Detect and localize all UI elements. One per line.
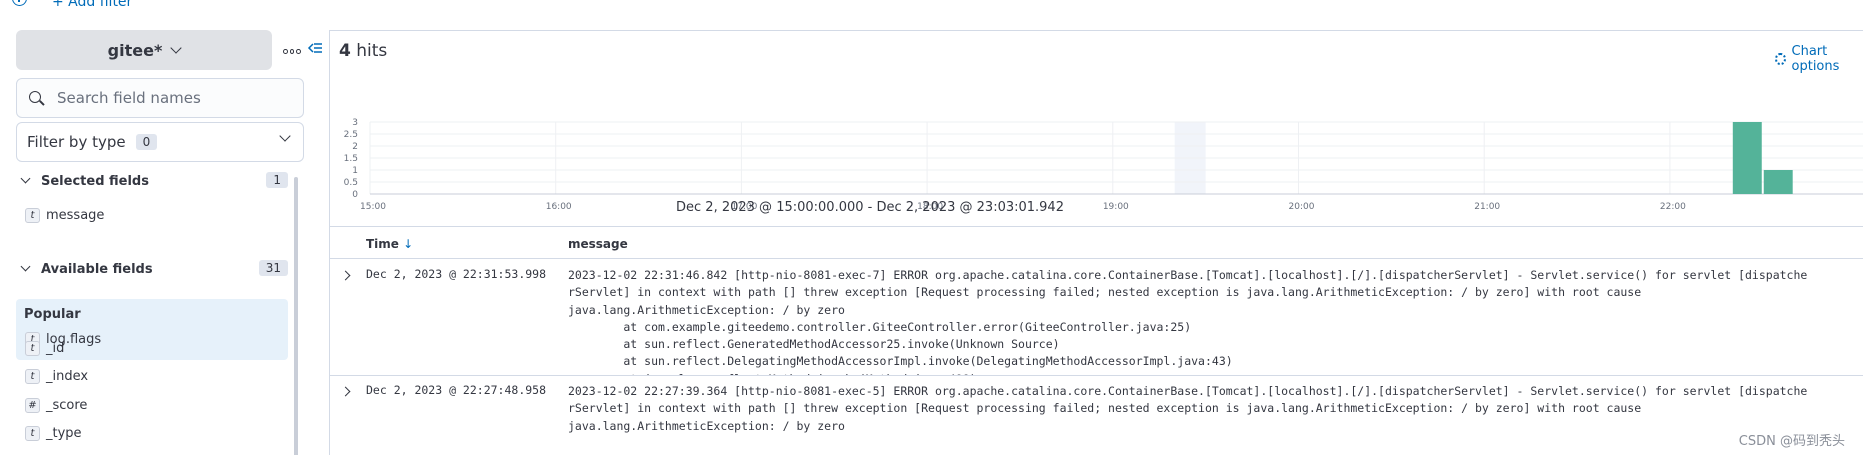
histogram-chart[interactable]: 00.511.522.5315:00 16:00 17:00 18:00 19:00 20… (330, 81, 1863, 216)
histogram-bar[interactable] (1732, 122, 1762, 194)
y-tick-label: 0.5 (344, 178, 358, 188)
chevron-down-icon (20, 173, 31, 184)
selected-fields-label: Selected fields (41, 173, 149, 189)
gear-icon (1775, 53, 1786, 65)
sort-down-icon[interactable]: ↓ (403, 237, 413, 251)
hits-number: 4 (339, 41, 351, 61)
time-range-text: Dec 2, 2023 @ 15:00:00.000 - Dec 2, 2023… (676, 200, 1064, 215)
y-tick-label: 0 (352, 190, 358, 200)
field-item-id[interactable]: t _id (25, 338, 64, 358)
field-item-type[interactable]: t _type (25, 423, 82, 443)
chevron-right-icon[interactable] (340, 270, 351, 281)
field-name: message (46, 207, 105, 223)
main-panel: 4 hits Chart options 0 0.5 1 1.5 2 2.5 3 15:00 1… (329, 30, 1863, 455)
add-filter-link[interactable]: + Add filter (52, 0, 132, 10)
y-tick-label: 2.5 (344, 130, 358, 140)
chart-options-label: Chart options (1791, 44, 1840, 74)
chart-options-button[interactable]: Chart options (1775, 44, 1863, 74)
hits-count: 4 hits (339, 41, 387, 61)
string-type-icon: t (25, 425, 40, 441)
available-fields-count: 31 (258, 260, 288, 276)
table-row: Dec 2, 2023 @ 22:27:48.958 2023-12-02 22… (330, 375, 1863, 455)
chevron-right-icon[interactable] (340, 386, 351, 397)
table-row: Dec 2, 2023 @ 22:31:53.998 2023-12-02 22… (330, 259, 1863, 376)
y-tick-label: 1 (352, 166, 358, 176)
watermark-text: CSDN @码到秃头 (1738, 434, 1845, 449)
search-icon (29, 91, 43, 105)
field-name: _score (46, 397, 88, 413)
filter-count-badge: 0 (135, 134, 158, 150)
time-column-label: Time (366, 237, 399, 251)
more-options-icon[interactable] (283, 49, 302, 55)
y-tick-label: 2 (352, 142, 358, 152)
selected-fields-header[interactable]: Selected fields 1 (18, 170, 288, 192)
discover-app: + Add filter gitee* Filter by type 0 Sel… (0, 0, 1863, 455)
time-range-label: Dec 2, 2023 @ 15:00:00.000 - Dec 2, 2023… (330, 200, 1863, 215)
documents-table-header: Time ↓ message (330, 226, 1863, 259)
string-type-icon: t (25, 368, 40, 384)
available-fields-label: Available fields (41, 261, 153, 277)
add-circle-icon[interactable] (12, 0, 27, 6)
filter-by-type-label: Filter by type (27, 133, 126, 151)
collapse-sidebar-icon[interactable] (307, 40, 323, 56)
available-fields-header[interactable]: Available fields 31 (18, 258, 288, 280)
filter-by-type-dropdown[interactable]: Filter by type 0 (16, 122, 304, 162)
cell-time: Dec 2, 2023 @ 22:31:53.998 (366, 267, 547, 281)
index-pattern-label: gitee* (107, 40, 163, 60)
number-type-icon: # (25, 397, 40, 413)
field-name: _type (46, 425, 82, 441)
field-name: _index (46, 368, 89, 384)
column-header-message[interactable]: message (568, 237, 628, 251)
field-name: _id (46, 340, 65, 356)
chevron-down-icon (279, 130, 291, 142)
index-pattern-selector[interactable]: gitee* (16, 30, 272, 70)
search-field-names-input[interactable] (57, 89, 277, 107)
y-tick-label: 3 (352, 118, 358, 128)
sidebar: gitee* Filter by type 0 Selected fields … (0, 22, 322, 455)
field-item-index[interactable]: t _index (25, 366, 88, 386)
sidebar-scrollbar[interactable] (294, 177, 298, 455)
field-item-message[interactable]: t message (25, 205, 104, 225)
string-type-icon: t (25, 340, 40, 356)
field-search[interactable] (16, 78, 304, 118)
filter-bar: + Add filter (0, 0, 1863, 22)
popular-label: Popular (24, 307, 81, 322)
histogram-bar[interactable] (1763, 170, 1793, 194)
cell-message: 2023-12-02 22:27:39.364 [http-nio-8081-e… (568, 384, 1808, 433)
hits-label: hits (356, 41, 388, 61)
cell-message: 2023-12-02 22:31:46.842 [http-nio-8081-e… (568, 268, 1808, 375)
chevron-down-icon (170, 41, 182, 54)
field-item-score[interactable]: # _score (25, 395, 87, 415)
column-header-time[interactable]: Time ↓ (366, 237, 413, 251)
string-type-icon: t (25, 207, 40, 223)
y-tick-label: 1.5 (344, 154, 358, 164)
cell-time: Dec 2, 2023 @ 22:27:48.958 (366, 383, 547, 397)
chevron-down-icon (20, 261, 31, 272)
selected-fields-count: 1 (266, 172, 288, 188)
